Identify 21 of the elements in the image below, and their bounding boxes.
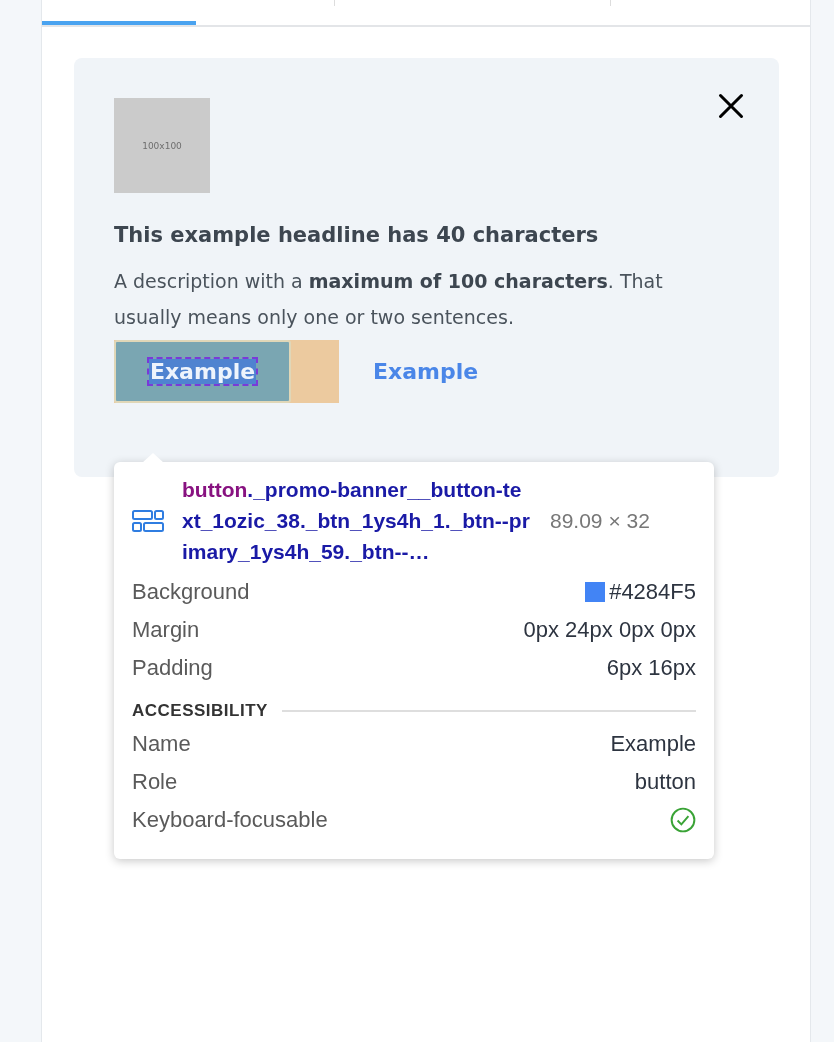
property-value: button [634,769,696,795]
link-button[interactable]: Example [373,359,479,384]
property-label: Name [132,731,191,757]
close-icon[interactable] [717,92,745,120]
property-value: #4284F5 [609,579,696,605]
primary-button[interactable]: Example [114,340,291,403]
property-value: 0px 24px 0px 0px [523,617,696,643]
property-label: Background [132,579,250,605]
property-label: Keyboard-focusable [132,807,328,833]
element-selector: button._promo-banner__button-text_1ozic_38._btn_1ys4h_1._btn--primary_1ys4h_59._btn--… [182,477,531,565]
section-title: ACCESSIBILITY [132,701,268,721]
property-label: Padding [132,655,213,681]
element-size: 89.09 × 32 [550,508,650,533]
property-value: Example [610,731,696,757]
property-value: 6px 16px [606,655,696,681]
description: A description with a maximum of 100 characters. That usually means only one or two sentences. [114,269,664,330]
property-label: Role [132,769,178,795]
headline: This example headline has 40 characters [114,223,600,247]
image-size-label: 100x100 [142,140,182,151]
layout-icon [132,509,164,532]
property-label: Margin [132,617,200,643]
